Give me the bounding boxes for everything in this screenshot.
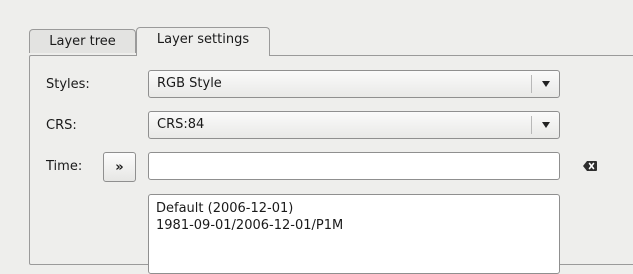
chevron-down-icon <box>531 71 559 97</box>
time-step-button[interactable]: » <box>103 152 136 182</box>
tab-layer-tree[interactable]: Layer tree <box>29 29 136 53</box>
crs-dropdown[interactable]: CRS:84 <box>148 111 560 139</box>
double-chevron-right-icon: » <box>115 159 124 175</box>
tab-layer-tree-label: Layer tree <box>49 34 116 49</box>
clear-icon[interactable] <box>581 157 599 175</box>
chevron-down-icon <box>531 112 559 138</box>
styles-dropdown[interactable]: RGB Style <box>148 70 560 98</box>
tab-layer-settings-label: Layer settings <box>156 32 250 47</box>
crs-label: CRS: <box>46 118 77 133</box>
styles-dropdown-value: RGB Style <box>157 76 222 91</box>
crs-dropdown-value: CRS:84 <box>157 117 205 132</box>
time-label: Time: <box>46 159 83 174</box>
styles-label: Styles: <box>46 77 90 92</box>
list-item[interactable]: 1981-09-01/2006-12-01/P1M <box>156 217 559 234</box>
list-item[interactable]: Default (2006-12-01) <box>156 200 559 217</box>
time-input[interactable] <box>148 152 560 180</box>
tab-layer-settings[interactable]: Layer settings <box>136 27 270 56</box>
time-values-list[interactable]: Default (2006-12-01) 1981-09-01/2006-12-… <box>148 194 560 274</box>
